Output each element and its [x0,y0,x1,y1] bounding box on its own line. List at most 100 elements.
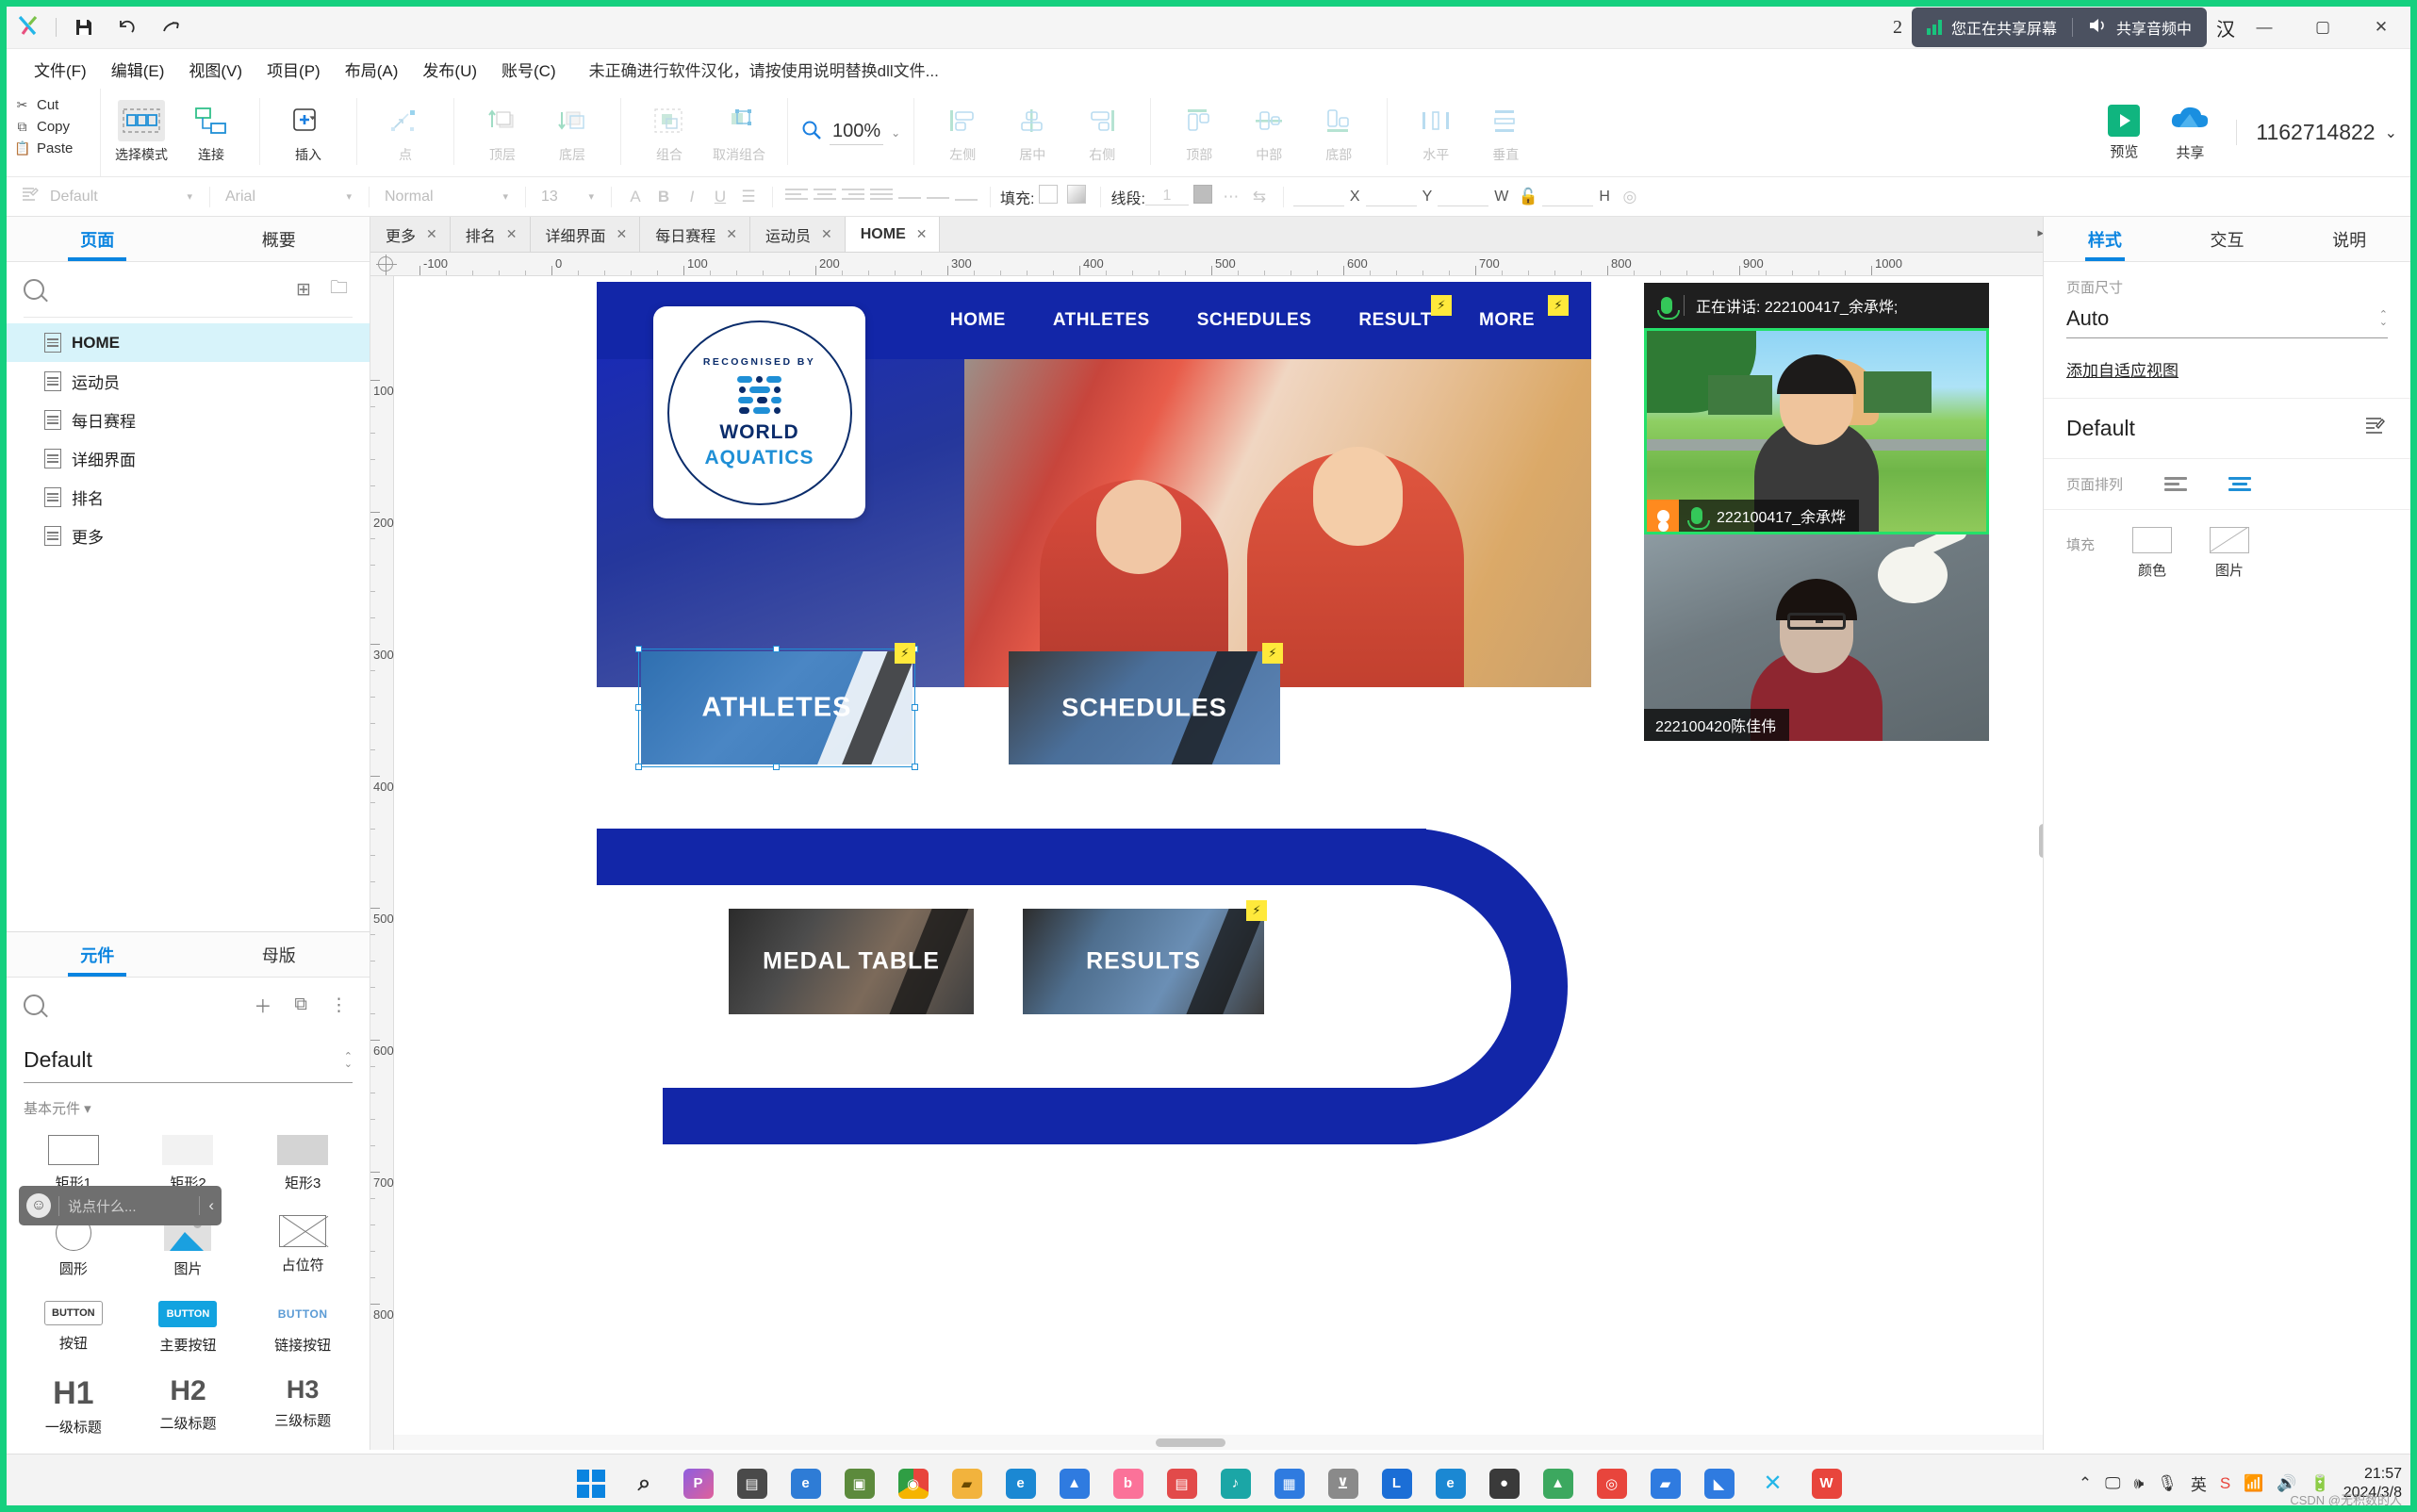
chevron-down-icon[interactable]: ▾ [338,190,359,203]
folder-blue-icon[interactable]: ▰ [1641,1459,1690,1508]
sogou-icon[interactable]: S [2220,1474,2230,1493]
spinner-icon[interactable]: ⌃ ⌄ [2379,310,2388,328]
canvas-tab-schedules[interactable]: 每日赛程 ✕ [640,217,750,252]
add-library-icon[interactable]: ＋ [249,991,276,1020]
emoji-icon[interactable]: ☺ [26,1193,51,1218]
tab-outline[interactable]: 概要 [189,217,370,261]
nav-link-schedules[interactable]: SCHEDULES [1197,310,1312,331]
screen-share-status-pill[interactable]: 您正在共享屏幕 共享音频中 [1911,8,2207,47]
card-medal-table[interactable]: MEDAL TABLE [729,909,974,1014]
ie-icon[interactable]: e [1426,1459,1475,1508]
point-button[interactable]: 点 [370,94,440,164]
start-button[interactable] [567,1459,616,1508]
canvas-tab-home[interactable]: HOME ✕ [845,217,941,252]
redo-icon[interactable] [149,8,192,46]
chevron-down-icon[interactable]: ⌄ [2385,123,2397,142]
ungroup-button[interactable]: 取消组合 [704,94,774,164]
world-aquatics-logo[interactable]: RECOGNISED BY WORLD AQUATICS [653,306,865,518]
tab-notes[interactable]: 说明 [2288,217,2410,261]
file-explorer-icon[interactable]: ▰ [943,1459,992,1508]
menu-project[interactable]: 项目(P) [255,54,333,85]
interaction-badge[interactable]: ⚡ [1262,643,1283,664]
valign-bottom-icon[interactable] [952,186,980,208]
widget-link-button[interactable]: BUTTON 链接按钮 [245,1291,360,1364]
canvas-horizontal-scrollbar[interactable] [394,1435,2049,1450]
visibility-eye-icon[interactable]: ◎ [1616,188,1644,206]
wifi-icon[interactable]: 📶 [2244,1474,2263,1493]
close-icon[interactable]: ✕ [726,226,737,242]
minecraft-icon[interactable]: ▣ [835,1459,884,1508]
search-icon[interactable] [24,279,44,300]
menu-edit[interactable]: 编辑(E) [99,54,177,85]
hero-banner[interactable]: HOME ATHLETES SCHEDULES RESULT MORE ⚡ ⚡ … [597,282,1885,687]
chevron-down-icon[interactable]: ⌄ [891,126,900,140]
lock-aspect-icon[interactable]: 🔓 [1514,188,1542,206]
canvas-tab-athletes[interactable]: 运动员 ✕ [750,217,846,252]
close-icon[interactable]: ✕ [916,226,928,242]
tab-pages[interactable]: 页面 [7,217,189,261]
nav-link-result[interactable]: RESULT [1358,310,1432,331]
wechat-icon[interactable]: ▤ [1158,1459,1207,1508]
line-color-swatch[interactable] [1189,185,1217,208]
card-schedules[interactable]: SCHEDULES ⚡ [1009,643,1283,764]
insert-button[interactable]: 插入 [273,94,343,164]
douyin-icon[interactable]: ♪ [1211,1459,1260,1508]
vscode-icon[interactable]: ◣ [1695,1459,1744,1508]
tab-style[interactable]: 样式 [2044,217,2166,261]
close-icon[interactable]: ✕ [426,226,437,242]
sidebar-item-athletes[interactable]: 运动员 [7,362,370,401]
align-right-button[interactable]: 右侧 [1067,94,1137,164]
add-page-icon[interactable]: ⊞ [291,277,316,303]
fill-color-swatch[interactable] [1034,185,1062,208]
interaction-badge[interactable]: ⚡ [1548,295,1569,316]
underline-icon[interactable]: U [706,188,734,206]
page-size-select[interactable]: Auto ⌃ ⌄ [2066,306,2388,338]
bullet-list-icon[interactable]: ☰ [734,188,763,206]
monitor-icon[interactable]: 🖵 [2105,1474,2120,1493]
more-options-icon[interactable]: ⋮ [325,993,353,1018]
distribute-vertical-button[interactable]: 垂直 [1471,94,1540,164]
canvas-tab-details[interactable]: 详细界面 ✕ [531,217,641,252]
widget-primary-button[interactable]: BUTTON 主要按钮 [131,1291,246,1364]
menu-layout[interactable]: 布局(A) [333,54,411,85]
line-width-input[interactable]: 1 [1144,188,1189,205]
widget-heading-3[interactable]: H3 三级标题 [245,1368,360,1446]
font-color-icon[interactable]: A [621,188,649,206]
volume-icon[interactable]: 🕪 [2134,1474,2145,1493]
valign-middle-icon[interactable] [924,188,952,206]
tool-icon[interactable]: ⊻ [1319,1459,1368,1508]
sidebar-item-more[interactable]: 更多 [7,517,370,555]
edge-dev-icon[interactable]: e [781,1459,830,1508]
widget-button[interactable]: BUTTON 按钮 [16,1291,131,1364]
w-input[interactable] [1438,188,1489,206]
canvas-tab-ranking[interactable]: 排名 ✕ [451,217,531,252]
chevron-up-icon[interactable]: ⌃ [2079,1474,2092,1493]
undo-icon[interactable] [106,8,149,46]
minimize-button[interactable]: — [2235,7,2294,49]
tab-masters[interactable]: 母版 [189,932,370,977]
menu-view[interactable]: 视图(V) [176,54,255,85]
align-justify-icon[interactable] [867,186,896,207]
valign-top-icon[interactable] [896,188,924,206]
scrollbar-thumb[interactable] [1155,1438,1225,1447]
card-results[interactable]: RESULTS ⚡ [1023,900,1267,1014]
close-icon[interactable]: ✕ [506,226,518,242]
mic-icon[interactable]: 🎙 [2157,1474,2178,1493]
fill-gradient-swatch[interactable] [1062,185,1091,208]
nav-link-athletes[interactable]: ATHLETES [1053,310,1150,331]
nav-link-home[interactable]: HOME [950,310,1006,331]
card-athletes[interactable]: ATHLETES ⚡ [635,643,918,770]
nav-link-more[interactable]: MORE [1479,310,1535,331]
align-page-left-icon[interactable] [2164,477,2188,491]
widget-heading-2[interactable]: H2 二级标题 [131,1368,246,1446]
menu-account[interactable]: 账号(C) [489,54,568,85]
preview-button[interactable]: 预览 [2091,104,2157,161]
align-middle-button[interactable]: 中部 [1234,94,1304,164]
edge-icon[interactable]: e [996,1459,1045,1508]
select-mode-button[interactable]: 选择模式 [107,94,176,164]
mountain-icon[interactable]: ▲ [1050,1459,1099,1508]
origin-marker-icon[interactable] [376,255,397,275]
close-icon[interactable]: ✕ [821,226,832,242]
sidebar-item-schedules[interactable]: 每日赛程 [7,401,370,439]
zoom-value[interactable]: 100% [830,121,884,145]
